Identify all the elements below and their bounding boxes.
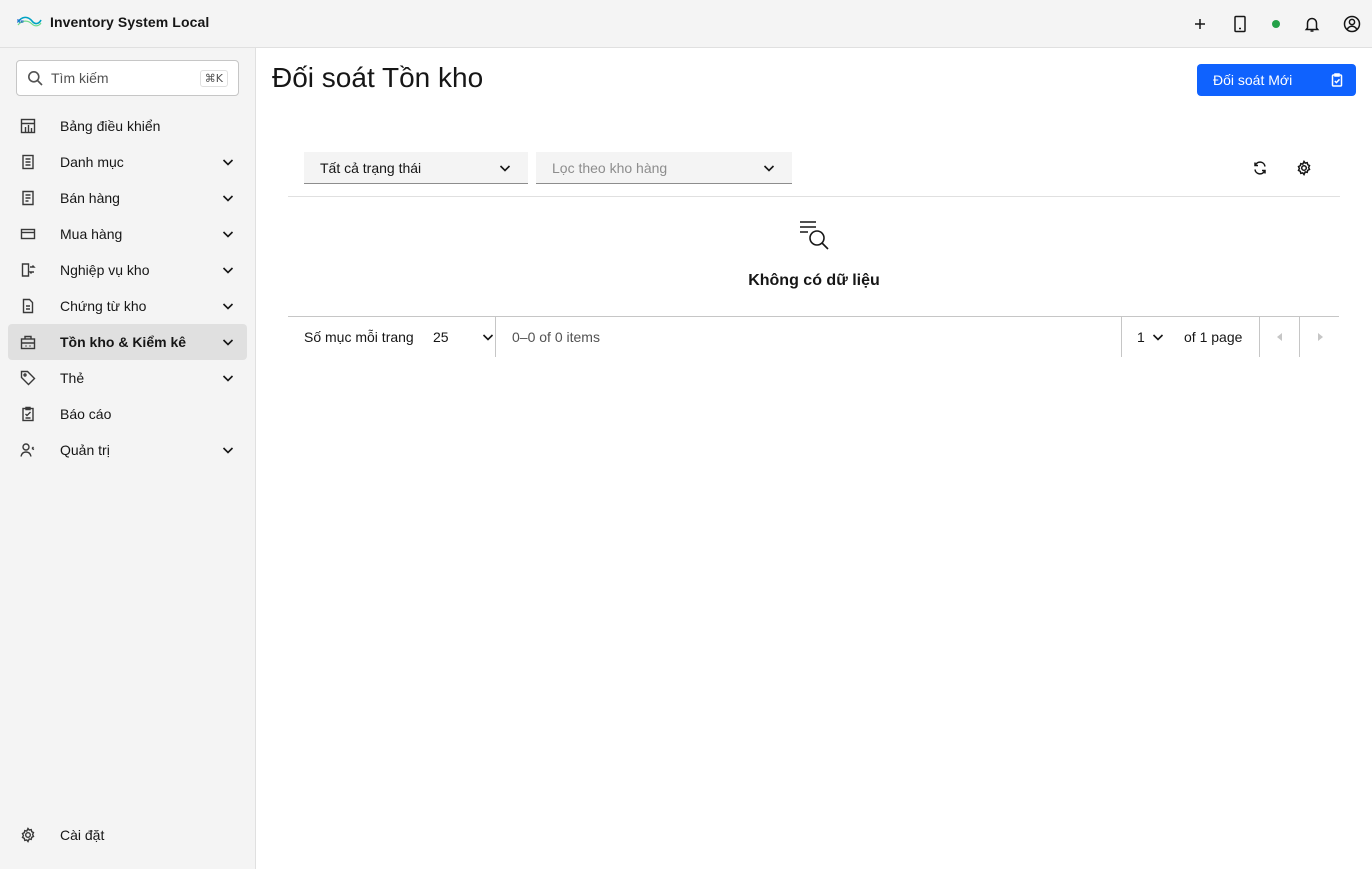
new-reconciliation-label: Đối soát Mới xyxy=(1213,72,1293,88)
chevron-down-icon xyxy=(222,159,234,166)
search-input[interactable] xyxy=(51,70,181,86)
add-button[interactable] xyxy=(1180,0,1220,47)
catalog-icon xyxy=(22,154,34,170)
table-settings-button[interactable] xyxy=(1288,152,1320,184)
user-avatar-icon xyxy=(1343,15,1361,32)
sidebar-item-inventory[interactable]: Tồn kho & Kiểm kê xyxy=(8,324,247,360)
search-shortcut: ⌘K xyxy=(199,69,228,87)
page-select[interactable]: 1 xyxy=(1137,323,1179,351)
sidebar-item-settings[interactable]: Cài đặt xyxy=(8,817,247,853)
document-icon xyxy=(22,298,34,314)
table-toolbar: Tất cả trạng thái Lọc theo kho hàng xyxy=(288,140,1340,197)
items-per-page-label: Số mục mỗi trang xyxy=(304,329,414,345)
sidebar-item-dashboard[interactable]: Bảng điều khiển xyxy=(8,108,247,144)
brand[interactable]: Ne Inventory System Local xyxy=(16,10,209,34)
chevron-down-icon xyxy=(222,267,234,274)
sidebar: ⌘K Bảng điều khiển Danh mục Bán hàng Mua… xyxy=(0,48,256,869)
credit-card-icon xyxy=(20,228,36,240)
caret-right-icon xyxy=(1318,333,1323,341)
pager-divider xyxy=(1121,317,1122,357)
pager-divider xyxy=(495,317,496,357)
clipboard-check-icon xyxy=(1331,73,1343,87)
items-per-page-select[interactable]: 25 xyxy=(433,323,495,351)
brand-logo-icon: Ne xyxy=(17,16,42,27)
refresh-button[interactable] xyxy=(1244,152,1276,184)
chevron-down-icon xyxy=(499,164,511,172)
top-header: Ne Inventory System Local xyxy=(0,0,1372,48)
inventory-icon xyxy=(20,335,36,350)
sidebar-item-reports[interactable]: Báo cáo xyxy=(8,396,247,432)
empty-state: Không có dữ liệu xyxy=(288,197,1340,317)
connection-status xyxy=(1260,0,1292,47)
report-icon xyxy=(22,406,34,422)
search-icon xyxy=(28,71,43,86)
sidebar-item-warehouse-docs[interactable]: Chứng từ kho xyxy=(8,288,247,324)
chevron-down-icon xyxy=(222,303,234,310)
app-name: Inventory System Local xyxy=(50,14,210,30)
tablet-icon xyxy=(1234,15,1246,32)
chevron-down-icon xyxy=(763,164,775,172)
notification-icon xyxy=(1304,17,1320,32)
items-per-page-value: 25 xyxy=(433,329,449,345)
gear-icon xyxy=(21,827,35,843)
receipt-icon xyxy=(22,190,34,206)
user-admin-icon xyxy=(20,443,35,457)
empty-state-text: Không có dữ liệu xyxy=(748,272,880,289)
chevron-down-icon xyxy=(1152,334,1163,341)
page-count-text: of 1 page xyxy=(1184,329,1243,345)
warehouse-filter-dropdown[interactable]: Lọc theo kho hàng xyxy=(536,152,792,184)
sidebar-item-warehouse-ops[interactable]: Nghiệp vụ kho xyxy=(8,252,247,288)
chevron-down-icon xyxy=(222,339,234,346)
new-reconciliation-button[interactable]: Đối soát Mới xyxy=(1197,64,1356,96)
add-icon xyxy=(1195,18,1205,29)
transfer-icon xyxy=(21,263,36,277)
refresh-icon xyxy=(1254,161,1266,175)
sidebar-item-catalog[interactable]: Danh mục xyxy=(8,144,247,180)
dashboard-icon xyxy=(20,118,36,134)
tag-icon xyxy=(20,370,36,386)
next-page-button[interactable] xyxy=(1300,317,1340,357)
sidebar-bottom: Cài đặt xyxy=(8,817,247,853)
user-menu-button[interactable] xyxy=(1332,0,1372,47)
search-list-icon xyxy=(800,221,829,250)
status-filter-value: Tất cả trạng thái xyxy=(320,159,422,176)
sidebar-search[interactable]: ⌘K xyxy=(16,60,239,96)
pagination-bar: Số mục mỗi trang 25 0–0 of 0 items 1 of … xyxy=(288,316,1339,357)
page-title: Đối soát Tồn kho xyxy=(272,62,484,93)
chevron-down-icon xyxy=(482,334,494,341)
page-select-value: 1 xyxy=(1137,329,1145,345)
status-filter-dropdown[interactable]: Tất cả trạng thái xyxy=(304,152,528,184)
svg-text:Ne: Ne xyxy=(17,19,24,25)
chevron-down-icon xyxy=(222,231,234,238)
chevron-down-icon xyxy=(222,447,234,454)
sidebar-item-tags[interactable]: Thẻ xyxy=(8,360,247,396)
warehouse-filter-placeholder: Lọc theo kho hàng xyxy=(552,159,668,176)
tablet-button[interactable] xyxy=(1220,0,1260,47)
sidebar-nav: Bảng điều khiển Danh mục Bán hàng Mua hà… xyxy=(8,108,247,468)
notifications-button[interactable] xyxy=(1292,0,1332,47)
caret-left-icon xyxy=(1277,333,1282,341)
header-actions xyxy=(1180,0,1372,47)
previous-page-button[interactable] xyxy=(1260,317,1300,357)
gear-icon xyxy=(1297,160,1311,176)
chevron-down-icon xyxy=(222,375,234,382)
sidebar-item-sales[interactable]: Bán hàng xyxy=(8,180,247,216)
chevron-down-icon xyxy=(222,195,234,202)
status-dot-icon xyxy=(1272,19,1280,28)
sidebar-item-purchasing[interactable]: Mua hàng xyxy=(8,216,247,252)
sidebar-item-admin[interactable]: Quản trị xyxy=(8,432,247,468)
items-range-text: 0–0 of 0 items xyxy=(512,329,600,345)
